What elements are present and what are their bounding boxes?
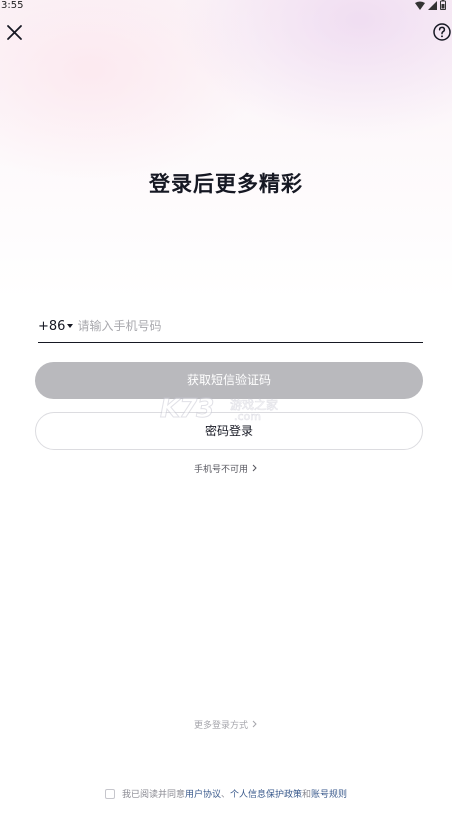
close-icon [7, 25, 22, 40]
get-sms-code-button[interactable]: 获取短信验证码 [35, 362, 423, 399]
more-login-options-link[interactable]: 更多登录方式 [0, 718, 452, 731]
caret-down-icon [67, 323, 74, 328]
country-code-label: +86 [38, 318, 66, 334]
status-time: 3:55 [1, 0, 24, 11]
background-gradient [0, 0, 452, 300]
agreement-and: 和 [302, 790, 312, 800]
agreement-row: 我已阅读并同意 用户协议 、 个人信息保护政策 和 账号规则 [0, 787, 452, 800]
agreement-separator: 、 [220, 790, 230, 800]
chevron-right-icon [252, 720, 257, 728]
help-button[interactable] [432, 22, 452, 42]
signal-icon [428, 0, 437, 10]
phone-input-row: +86 [38, 310, 423, 343]
phone-number-input[interactable] [77, 319, 378, 333]
status-icons [415, 0, 446, 10]
country-code-selector[interactable]: +86 [38, 318, 74, 334]
wifi-icon [415, 1, 425, 10]
page-title: 登录后更多精彩 [149, 172, 303, 196]
close-button[interactable] [4, 22, 26, 44]
chevron-right-icon [252, 464, 257, 472]
agreement-checkbox[interactable] [104, 788, 115, 799]
password-login-button[interactable]: 密码登录 [35, 412, 423, 450]
phone-unavailable-link[interactable]: 手机号不可用 [0, 462, 452, 475]
help-circle-icon [433, 23, 451, 41]
account-rules-link[interactable]: 账号规则 [311, 787, 347, 800]
agreement-prefix: 我已阅读并同意 [121, 790, 185, 800]
phone-unavailable-label: 手机号不可用 [194, 465, 249, 475]
status-bar: 3:55 [0, 0, 452, 12]
user-agreement-link[interactable]: 用户协议 [185, 787, 221, 800]
privacy-policy-link[interactable]: 个人信息保护政策 [230, 787, 302, 800]
more-login-label: 更多登录方式 [194, 721, 249, 731]
battery-icon [440, 0, 446, 10]
